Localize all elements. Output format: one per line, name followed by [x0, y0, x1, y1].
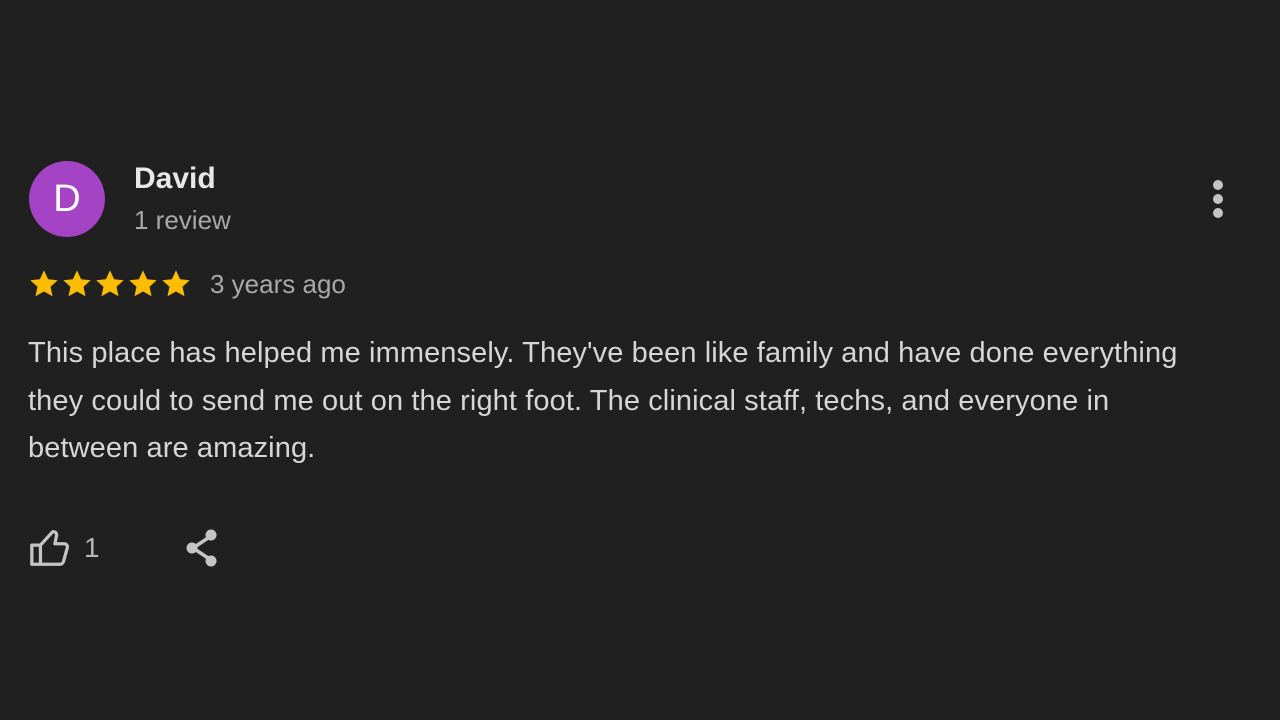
more-options-button[interactable] [1198, 176, 1238, 224]
star-icon [127, 268, 159, 300]
reviewer-review-count: 1 review [134, 205, 231, 235]
review-text: This place has helped me immensely. They… [28, 337, 1178, 464]
star-icon [94, 268, 126, 300]
rating-row: 3 years ago [28, 264, 346, 304]
star-icon [28, 268, 60, 300]
avatar-initial: D [53, 178, 81, 220]
star-icon [61, 268, 93, 300]
reviewer-name[interactable]: David [134, 161, 216, 197]
thumbs-up-icon [30, 530, 70, 566]
more-vertical-icon [1213, 180, 1223, 218]
star-icon [160, 268, 192, 300]
like-count: 1 [84, 532, 100, 563]
avatar[interactable]: D [29, 161, 105, 237]
star-rating [28, 268, 192, 300]
review-card: D David 1 review 3 years ago This place … [0, 0, 1280, 720]
like-button[interactable]: 1 [28, 525, 100, 571]
share-button[interactable] [182, 526, 222, 570]
review-actions: 1 [28, 520, 222, 576]
share-icon [186, 529, 217, 567]
review-date: 3 years ago [210, 268, 346, 299]
